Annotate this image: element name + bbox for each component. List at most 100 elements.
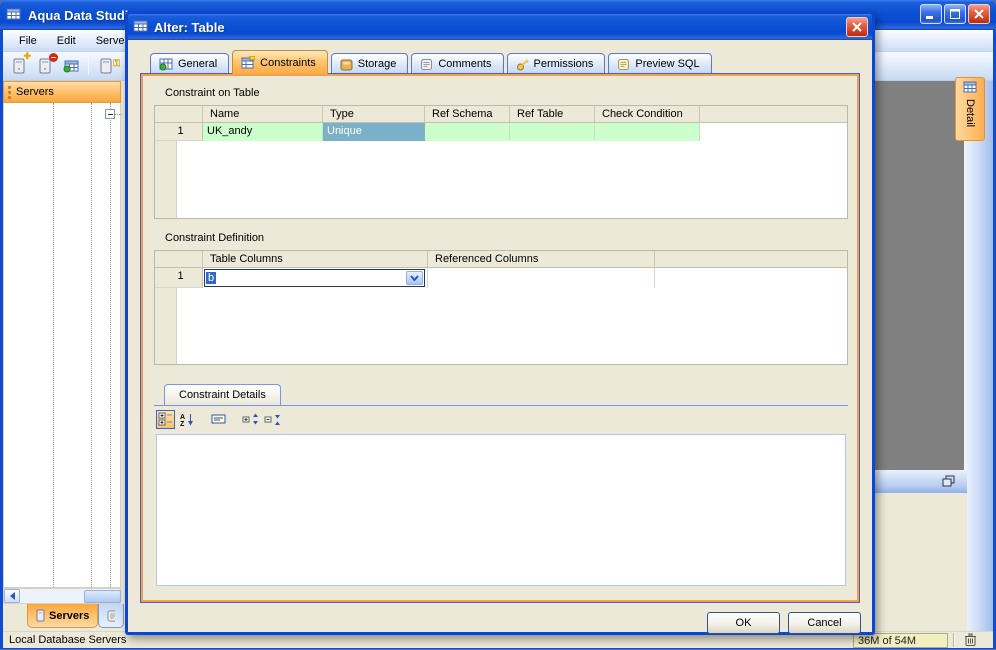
col-ref-table[interactable]: Ref Table <box>510 106 595 122</box>
close-button[interactable] <box>968 4 990 24</box>
server-tree[interactable] <box>3 103 122 588</box>
dialog-title: Alter: Table <box>154 19 225 35</box>
collapse-all-button[interactable] <box>262 410 281 429</box>
tab-permissions-label: Permissions <box>533 58 594 70</box>
permissions-icon <box>516 58 529 70</box>
scrollbar-thumb[interactable] <box>84 590 121 603</box>
row-header-strip <box>155 288 177 364</box>
svg-text:A: A <box>180 414 185 421</box>
alter-table-dialog: Alter: Table General Constraints Storage <box>125 11 875 635</box>
tab-constraint-details[interactable]: Constraint Details <box>164 384 281 405</box>
dialog-body: General Constraints Storage Comments Per… <box>128 40 872 634</box>
table-row[interactable]: 1 b <box>155 268 847 288</box>
restore-pane-icon[interactable] <box>942 475 955 490</box>
tab-storage-label: Storage <box>357 58 397 70</box>
ok-button[interactable]: OK <box>707 612 780 634</box>
status-text: Local Database Servers <box>9 634 127 646</box>
servers-panel-title: Servers <box>16 86 54 98</box>
constraint-definition-label: Constraint Definition <box>165 232 265 244</box>
servers-panel: Servers Servers <box>3 81 125 631</box>
unregister-server-icon[interactable]: – <box>33 53 58 78</box>
cell-referenced-columns[interactable] <box>428 268 655 288</box>
open-table-icon[interactable] <box>59 54 83 78</box>
server-icon <box>36 609 45 622</box>
cell-name[interactable]: UK_andy <box>203 123 323 141</box>
cell-ref-table[interactable] <box>510 123 595 141</box>
cell-check-condition[interactable] <box>595 123 700 141</box>
comments-icon <box>421 58 433 70</box>
tree-collapse-icon[interactable] <box>105 109 115 119</box>
dialog-titlebar[interactable]: Alter: Table <box>128 14 872 40</box>
tab-preview-sql[interactable]: Preview SQL <box>608 53 712 74</box>
tab-servers[interactable]: Servers <box>27 604 99 628</box>
detail-dock-tab[interactable]: Detail <box>955 77 985 141</box>
expand-all-button[interactable] <box>240 410 259 429</box>
tab-constraints[interactable]: Constraints <box>232 50 328 74</box>
script-icon <box>107 610 116 621</box>
maximize-button[interactable] <box>944 4 966 24</box>
tab-constraint-details-label: Constraint Details <box>179 389 266 401</box>
dialog-close-button[interactable] <box>846 17 868 37</box>
tab-script[interactable] <box>98 604 125 628</box>
scroll-left-button[interactable] <box>4 589 20 603</box>
detail-pane-body <box>874 493 967 631</box>
minimize-button[interactable] <box>920 4 942 24</box>
trash-icon[interactable] <box>963 632 978 650</box>
categorized-button[interactable] <box>156 409 175 429</box>
tab-general-label: General <box>178 58 218 70</box>
combobox-value: b <box>206 272 217 284</box>
tab-general[interactable]: General <box>150 53 230 74</box>
combobox-dropdown-button[interactable] <box>406 271 423 285</box>
constraint-definition-grid[interactable]: Table Columns Referenced Columns 1 b <box>154 250 848 365</box>
menu-edit[interactable]: Edit <box>47 33 86 49</box>
grid-header-row: Name Type Ref Schema Ref Table Check Con… <box>155 106 847 123</box>
detail-pane-header <box>874 470 967 493</box>
sort-alphabetical-button[interactable]: AZ <box>178 410 197 429</box>
row-number: 1 <box>155 123 203 141</box>
cancel-button[interactable]: Cancel <box>788 612 861 634</box>
table-general-icon <box>159 58 173 70</box>
server-properties-icon[interactable]: ⚿ <box>94 54 120 78</box>
cell-type-selected[interactable]: Unique <box>323 123 425 141</box>
property-pages-button[interactable] <box>209 410 228 429</box>
col-name[interactable]: Name <box>203 106 323 122</box>
panel-bottom-tabs: Servers <box>3 604 125 631</box>
menu-file[interactable]: File <box>9 33 47 49</box>
cell-ref-schema[interactable] <box>425 123 510 141</box>
col-type[interactable]: Type <box>323 106 425 122</box>
dialog-tab-strip: General Constraints Storage Comments Per… <box>150 50 712 74</box>
col-check-condition[interactable]: Check Condition <box>595 106 700 122</box>
servers-panel-header[interactable]: Servers <box>3 81 121 103</box>
detail-tab-label: Detail <box>964 99 976 128</box>
details-toolbar: AZ <box>156 408 281 430</box>
row-header-strip <box>155 141 177 218</box>
tab-permissions[interactable]: Permissions <box>506 53 606 74</box>
constraint-details-section: Constraint Details AZ <box>154 384 848 589</box>
application-window: Aqua Data Studi File Edit Server ✚ – ⚿ D… <box>0 0 996 649</box>
table-columns-combobox[interactable]: b <box>204 269 425 287</box>
tab-constraints-label: Constraints <box>260 56 316 69</box>
constraint-on-table-label: Constraint on Table <box>165 87 260 99</box>
col-table-columns[interactable]: Table Columns <box>203 251 428 267</box>
main-window-title: Aqua Data Studi <box>28 7 129 23</box>
tab-comments-label: Comments <box>438 58 492 70</box>
grid-header-row: Table Columns Referenced Columns <box>155 251 847 268</box>
preview-sql-icon <box>618 58 630 70</box>
table-row[interactable]: 1 UK_andy Unique <box>155 123 847 141</box>
constraints-tab-panel: Constraint on Table Name Type Ref Schema… <box>140 73 860 603</box>
table-constraints-icon <box>241 56 256 69</box>
col-referenced-columns[interactable]: Referenced Columns <box>428 251 655 267</box>
chevron-down-icon <box>410 275 419 281</box>
property-grid-area[interactable] <box>156 434 846 586</box>
status-divider <box>953 633 955 647</box>
app-icon <box>6 6 22 25</box>
horizontal-scrollbar[interactable] <box>3 588 121 604</box>
right-dock-strip <box>964 81 993 631</box>
register-server-icon[interactable]: ✚ <box>7 52 31 78</box>
constraint-table-grid[interactable]: Name Type Ref Schema Ref Table Check Con… <box>154 105 848 219</box>
tab-preview-sql-label: Preview SQL <box>635 58 700 70</box>
tab-comments[interactable]: Comments <box>411 53 504 74</box>
col-ref-schema[interactable]: Ref Schema <box>425 106 510 122</box>
panel-grip-handle[interactable] <box>8 85 11 99</box>
tab-storage[interactable]: Storage <box>330 53 409 74</box>
